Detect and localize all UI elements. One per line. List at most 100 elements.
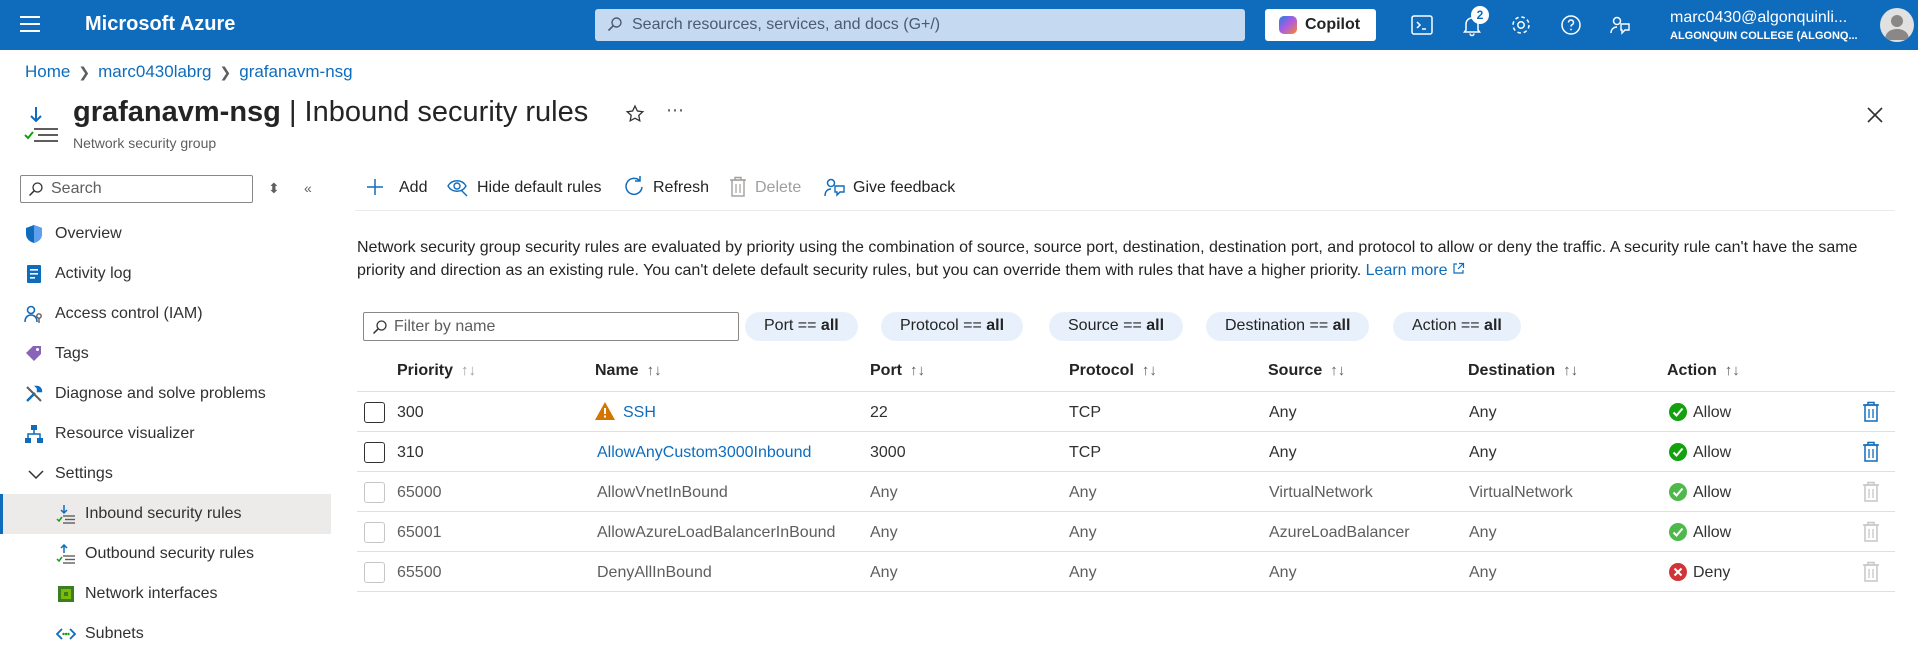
- cell-name-link[interactable]: AllowAnyCustom3000Inbound: [597, 444, 811, 462]
- column-label: Name: [595, 362, 639, 379]
- sidebar-item-overview[interactable]: Overview: [0, 214, 331, 254]
- cell-source: AzureLoadBalancer: [1269, 524, 1410, 541]
- sidebar-item-access-control[interactable]: Access control (IAM): [0, 294, 331, 334]
- chevron-right-icon: ❯: [78, 64, 91, 80]
- row-checkbox[interactable]: [364, 442, 385, 463]
- favorite-star-icon[interactable]: [625, 104, 645, 124]
- table-row[interactable]: 310 AllowAnyCustom3000Inbound 3000 TCP A…: [357, 432, 1895, 472]
- filter-by-name-input[interactable]: Filter by name: [363, 312, 739, 341]
- inbound-rules-icon: [56, 505, 75, 524]
- filter-pill-action[interactable]: Action == all: [1393, 312, 1521, 341]
- table-row[interactable]: 65500 DenyAllInBound Any Any Any Any Den…: [357, 552, 1895, 592]
- cell-port: Any: [870, 524, 898, 541]
- sidebar-item-tags[interactable]: Tags: [0, 334, 331, 374]
- allow-check-icon: [1669, 523, 1687, 541]
- cell-name-link[interactable]: SSH: [623, 404, 656, 422]
- feedback-icon[interactable]: [1608, 13, 1632, 37]
- more-options-icon[interactable]: ⋯: [666, 100, 684, 121]
- column-header-port[interactable]: Port ↑↓: [870, 362, 925, 380]
- filter-placeholder: Filter by name: [394, 318, 496, 335]
- sidebar-search-placeholder: Search: [51, 180, 102, 197]
- filter-pill-destination[interactable]: Destination == all: [1206, 312, 1370, 341]
- cell-priority: 65000: [397, 484, 442, 501]
- settings-icon[interactable]: [1509, 13, 1533, 37]
- avatar[interactable]: [1880, 8, 1914, 42]
- learn-more-link[interactable]: Learn more: [1366, 262, 1465, 279]
- column-label: Port: [870, 362, 902, 379]
- menu-icon[interactable]: [20, 16, 40, 32]
- column-header-action[interactable]: Action ↑↓: [1667, 362, 1740, 380]
- sidebar-item-network-interfaces[interactable]: Network interfaces: [0, 574, 331, 614]
- toolbar-divider: [355, 210, 1895, 211]
- sort-toggle-icon[interactable]: ⬍: [268, 180, 280, 197]
- description-body: Network security group security rules ar…: [357, 239, 1858, 279]
- hide-default-rules-label: Hide default rules: [477, 179, 602, 196]
- sidebar-item-label: Network interfaces: [85, 585, 218, 602]
- cell-source: Any: [1269, 444, 1297, 461]
- brand-title[interactable]: Microsoft Azure: [85, 13, 235, 36]
- trash-icon: [730, 176, 746, 197]
- sidebar-search-input[interactable]: Search: [20, 175, 253, 203]
- resource-name: grafanavm-nsg: [73, 96, 281, 128]
- tag-icon: [26, 346, 41, 361]
- filter-pill-protocol[interactable]: Protocol == all: [881, 312, 1024, 341]
- column-header-destination[interactable]: Destination ↑↓: [1468, 362, 1578, 380]
- feedback-icon: [824, 178, 845, 197]
- table-row[interactable]: 300 SSH 22 TCP Any Any Allow: [357, 392, 1895, 432]
- column-header-priority[interactable]: Priority ↑↓: [397, 362, 476, 380]
- sidebar-item-label: Access control (IAM): [55, 305, 203, 322]
- delete-row-icon[interactable]: [1862, 441, 1880, 463]
- table-row[interactable]: 65001 AllowAzureLoadBalancerInBound Any …: [357, 512, 1895, 552]
- column-header-name[interactable]: Name ↑↓: [595, 362, 662, 380]
- column-label: Action: [1667, 362, 1717, 379]
- wrench-icon: [26, 385, 43, 402]
- collapse-sidebar-icon[interactable]: «: [304, 180, 312, 196]
- pill-value: all: [986, 317, 1005, 334]
- account-org[interactable]: ALGONQUIN COLLEGE (ALGONQ...: [1670, 30, 1858, 42]
- close-icon[interactable]: [1865, 105, 1885, 125]
- filter-pill-port[interactable]: Port == all: [745, 312, 858, 341]
- row-checkbox: [364, 522, 385, 543]
- warning-icon[interactable]: [594, 401, 616, 421]
- filter-pill-source[interactable]: Source == all: [1049, 312, 1184, 341]
- breadcrumb-nsg[interactable]: grafanavm-nsg: [239, 62, 352, 81]
- breadcrumb-home[interactable]: Home: [25, 62, 70, 81]
- cell-destination: VirtualNetwork: [1469, 484, 1573, 501]
- cloud-shell-icon[interactable]: [1410, 13, 1434, 37]
- sort-icon: ↑↓: [1141, 362, 1157, 379]
- cell-destination: Any: [1469, 524, 1497, 541]
- sort-icon: ↑↓: [646, 362, 662, 379]
- cell-action: Deny: [1693, 564, 1731, 581]
- copilot-button[interactable]: Copilot: [1265, 9, 1376, 41]
- pill-value: all: [1332, 317, 1351, 334]
- cell-protocol: Any: [1069, 564, 1097, 581]
- cell-priority: 65500: [397, 564, 442, 581]
- column-header-protocol[interactable]: Protocol ↑↓: [1069, 362, 1157, 380]
- sidebar-item-outbound-security-rules[interactable]: Outbound security rules: [0, 534, 331, 574]
- sidebar-item-activity-log[interactable]: Activity log: [0, 254, 331, 294]
- search-icon: [28, 182, 43, 197]
- sort-icon: ↑↓: [910, 362, 925, 379]
- sidebar-item-subnets[interactable]: Subnets: [0, 614, 331, 654]
- sidebar-item-label: Activity log: [55, 265, 132, 282]
- row-checkbox[interactable]: [364, 402, 385, 423]
- table-row[interactable]: 65000 AllowVnetInBound Any Any VirtualNe…: [357, 472, 1895, 512]
- column-header-source[interactable]: Source ↑↓: [1268, 362, 1345, 380]
- table-header: Priority ↑↓ Name ↑↓ Port ↑↓ Protocol ↑↓ Sour…: [357, 352, 1895, 392]
- pill-key: Action ==: [1412, 317, 1485, 334]
- breadcrumb-resource-group[interactable]: marc0430labrg: [98, 62, 211, 81]
- account-name[interactable]: marc0430@algonquinli...: [1670, 9, 1847, 27]
- sort-icon: ↑↓: [1724, 362, 1740, 379]
- sidebar-group-settings[interactable]: Settings: [0, 454, 331, 494]
- delete-row-icon[interactable]: [1862, 401, 1880, 423]
- sidebar-item-resource-visualizer[interactable]: Resource visualizer: [0, 414, 331, 454]
- help-icon[interactable]: [1559, 13, 1583, 37]
- search-icon: [607, 17, 622, 32]
- delete-label: Delete: [755, 179, 802, 196]
- sidebar-item-diagnose[interactable]: Diagnose and solve problems: [0, 374, 331, 414]
- sidebar-item-label: Settings: [55, 465, 113, 482]
- global-search-input[interactable]: Search resources, services, and docs (G+…: [595, 9, 1245, 41]
- cell-port: Any: [870, 564, 898, 581]
- cell-name: AllowVnetInBound: [597, 484, 728, 501]
- sidebar-item-inbound-security-rules[interactable]: Inbound security rules: [0, 494, 331, 534]
